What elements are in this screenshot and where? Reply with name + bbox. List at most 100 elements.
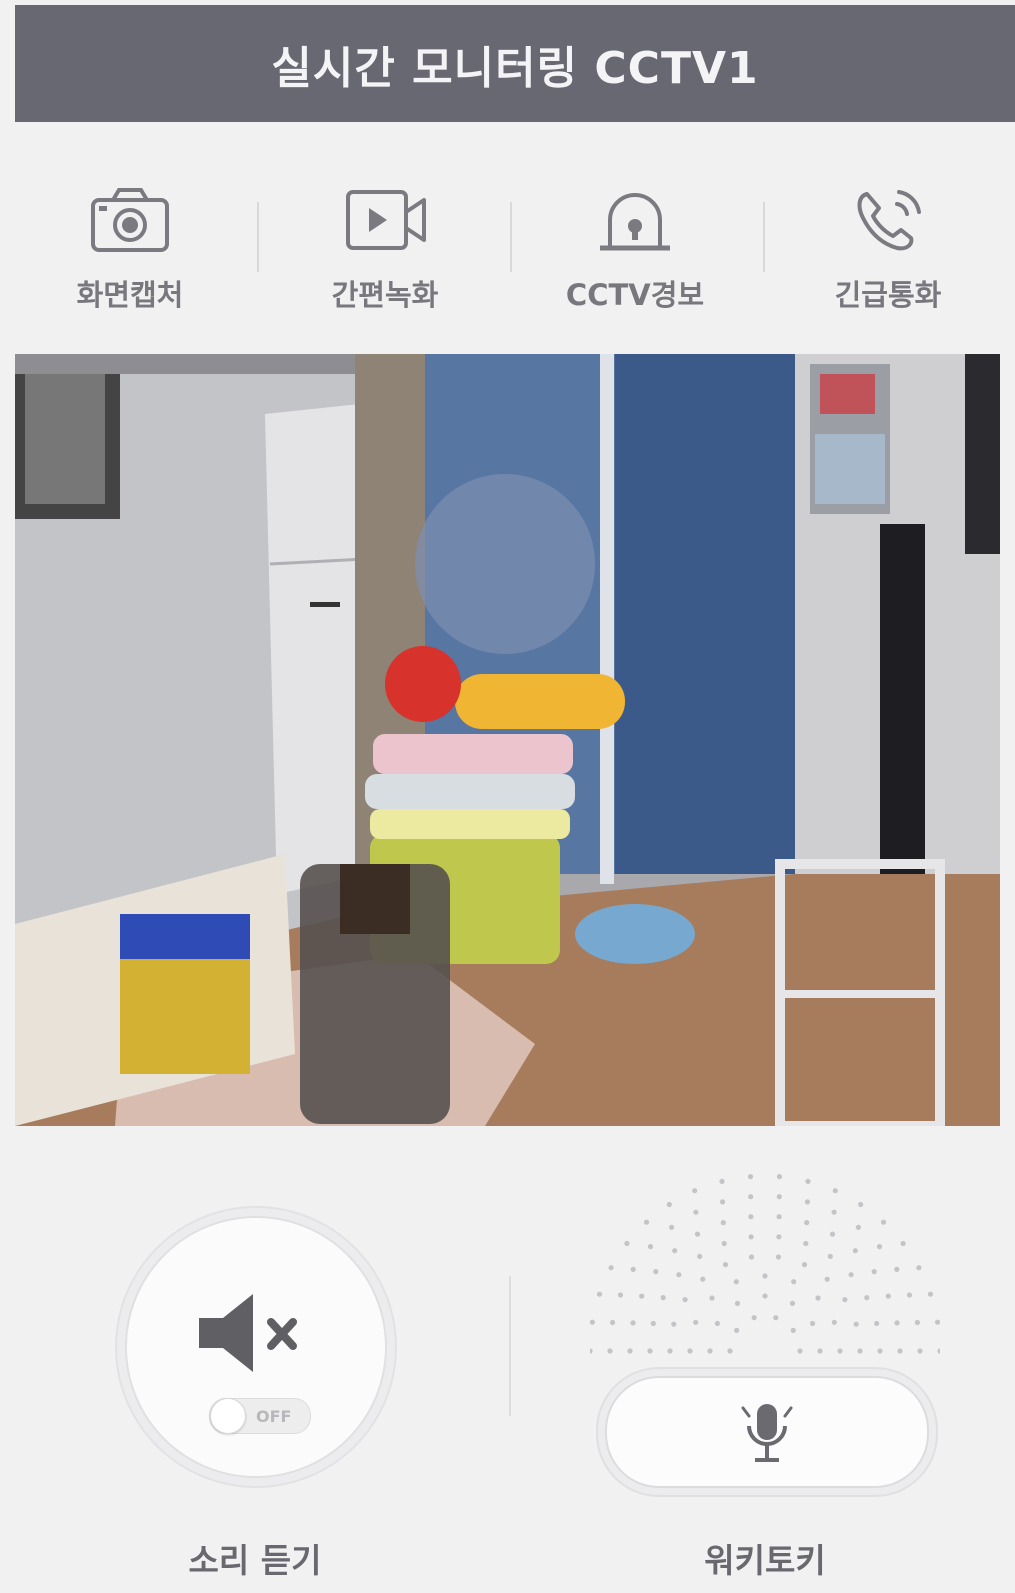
dot: [630, 1266, 636, 1272]
dot: [666, 1201, 672, 1208]
dot: [653, 1269, 659, 1275]
dot: [853, 1321, 859, 1327]
dot: [917, 1348, 923, 1354]
dot: [790, 1327, 796, 1333]
dot: [747, 1174, 754, 1180]
dot: [694, 1231, 701, 1237]
dot: [829, 1231, 836, 1237]
tool-label-emergency: 긴급통화: [834, 278, 942, 312]
controls-panel: OFF 소리 듣기 워키토키: [15, 1126, 1015, 1593]
dot: [762, 1273, 768, 1279]
dot: [762, 1293, 768, 1299]
screen-capture-button[interactable]: 화면캡처: [15, 182, 245, 322]
tool-label-record: 간편녹화: [331, 278, 439, 312]
dot: [897, 1348, 903, 1354]
tool-label-alarm: CCTV경보: [565, 278, 705, 312]
dot: [885, 1293, 891, 1299]
dot: [894, 1266, 900, 1272]
dot: [827, 1253, 833, 1259]
video-record-icon: [346, 190, 426, 250]
dot: [937, 1348, 940, 1354]
dot: [671, 1321, 677, 1327]
dot: [817, 1348, 823, 1354]
toolbar: 화면캡처 간편녹화 CCTV경보 긴급통화: [15, 122, 1015, 354]
dot: [874, 1320, 880, 1327]
dot: [871, 1269, 877, 1275]
speaker-muted-icon: [199, 1294, 297, 1372]
dot: [719, 1178, 725, 1184]
dot: [857, 1348, 863, 1354]
dot: [776, 1194, 782, 1200]
dot: [617, 1292, 624, 1298]
dot: [720, 1220, 726, 1226]
dot: [650, 1320, 656, 1327]
cctv-alarm-button[interactable]: CCTV경보: [520, 182, 750, 322]
dot: [727, 1348, 733, 1354]
walkie-talkie-button[interactable]: [605, 1376, 929, 1488]
dot: [804, 1220, 810, 1226]
dot: [692, 1188, 698, 1194]
dot: [676, 1272, 682, 1278]
dot: [810, 1320, 816, 1327]
dot: [734, 1300, 741, 1306]
audio-level-dots: [590, 1174, 940, 1354]
dot: [815, 1295, 821, 1301]
dot: [855, 1224, 861, 1230]
dot: [748, 1254, 755, 1260]
dot: [773, 1315, 779, 1321]
dot: [590, 1348, 593, 1354]
toolbar-divider: [763, 202, 765, 272]
dot: [776, 1214, 782, 1220]
dot: [776, 1234, 782, 1240]
dot: [748, 1234, 754, 1240]
dot: [935, 1319, 940, 1325]
dot: [927, 1291, 934, 1297]
camera-icon: [91, 188, 169, 252]
dot: [687, 1348, 693, 1354]
dot: [805, 1178, 811, 1184]
dot: [643, 1219, 650, 1225]
dot: [607, 1348, 613, 1354]
dot: [914, 1319, 920, 1326]
dot: [877, 1348, 883, 1354]
live-video-feed[interactable]: [15, 354, 1000, 1126]
listen-sound-button[interactable]: OFF: [125, 1216, 387, 1478]
dot: [801, 1262, 808, 1268]
dot: [832, 1188, 838, 1194]
cctv-room-image: [15, 354, 1000, 1126]
dot: [852, 1248, 858, 1254]
dot: [748, 1194, 754, 1200]
dot: [776, 1174, 783, 1180]
listen-sound-label: 소리 듣기: [188, 1541, 322, 1580]
microphone-icon: [741, 1404, 793, 1462]
dot: [627, 1348, 633, 1354]
dot: [831, 1319, 837, 1325]
dot: [900, 1240, 906, 1247]
sound-toggle[interactable]: OFF: [209, 1398, 311, 1434]
dot: [608, 1265, 614, 1271]
dot: [880, 1219, 887, 1225]
dot: [693, 1319, 699, 1325]
page-title: 실시간 모니터링 CCTV1: [271, 42, 759, 94]
dot: [824, 1276, 830, 1282]
app-header: 실시간 모니터링 CCTV1: [15, 5, 1015, 122]
toggle-knob: [210, 1398, 246, 1434]
dot: [707, 1348, 713, 1354]
dot: [797, 1348, 803, 1354]
quick-record-button[interactable]: 간편녹화: [270, 182, 500, 322]
dot: [647, 1348, 653, 1354]
controls-divider: [509, 1276, 511, 1416]
dot: [842, 1297, 848, 1303]
emergency-call-button[interactable]: 긴급통화: [773, 182, 1003, 322]
dot: [693, 1209, 699, 1215]
dot: [734, 1327, 740, 1333]
dot: [596, 1291, 603, 1297]
dot: [837, 1348, 843, 1354]
alarm-siren-icon: [600, 193, 670, 251]
dot: [775, 1254, 782, 1260]
dot: [700, 1276, 706, 1282]
dot: [697, 1253, 703, 1259]
dot: [667, 1348, 673, 1354]
dot: [590, 1319, 595, 1325]
dot: [906, 1292, 913, 1298]
